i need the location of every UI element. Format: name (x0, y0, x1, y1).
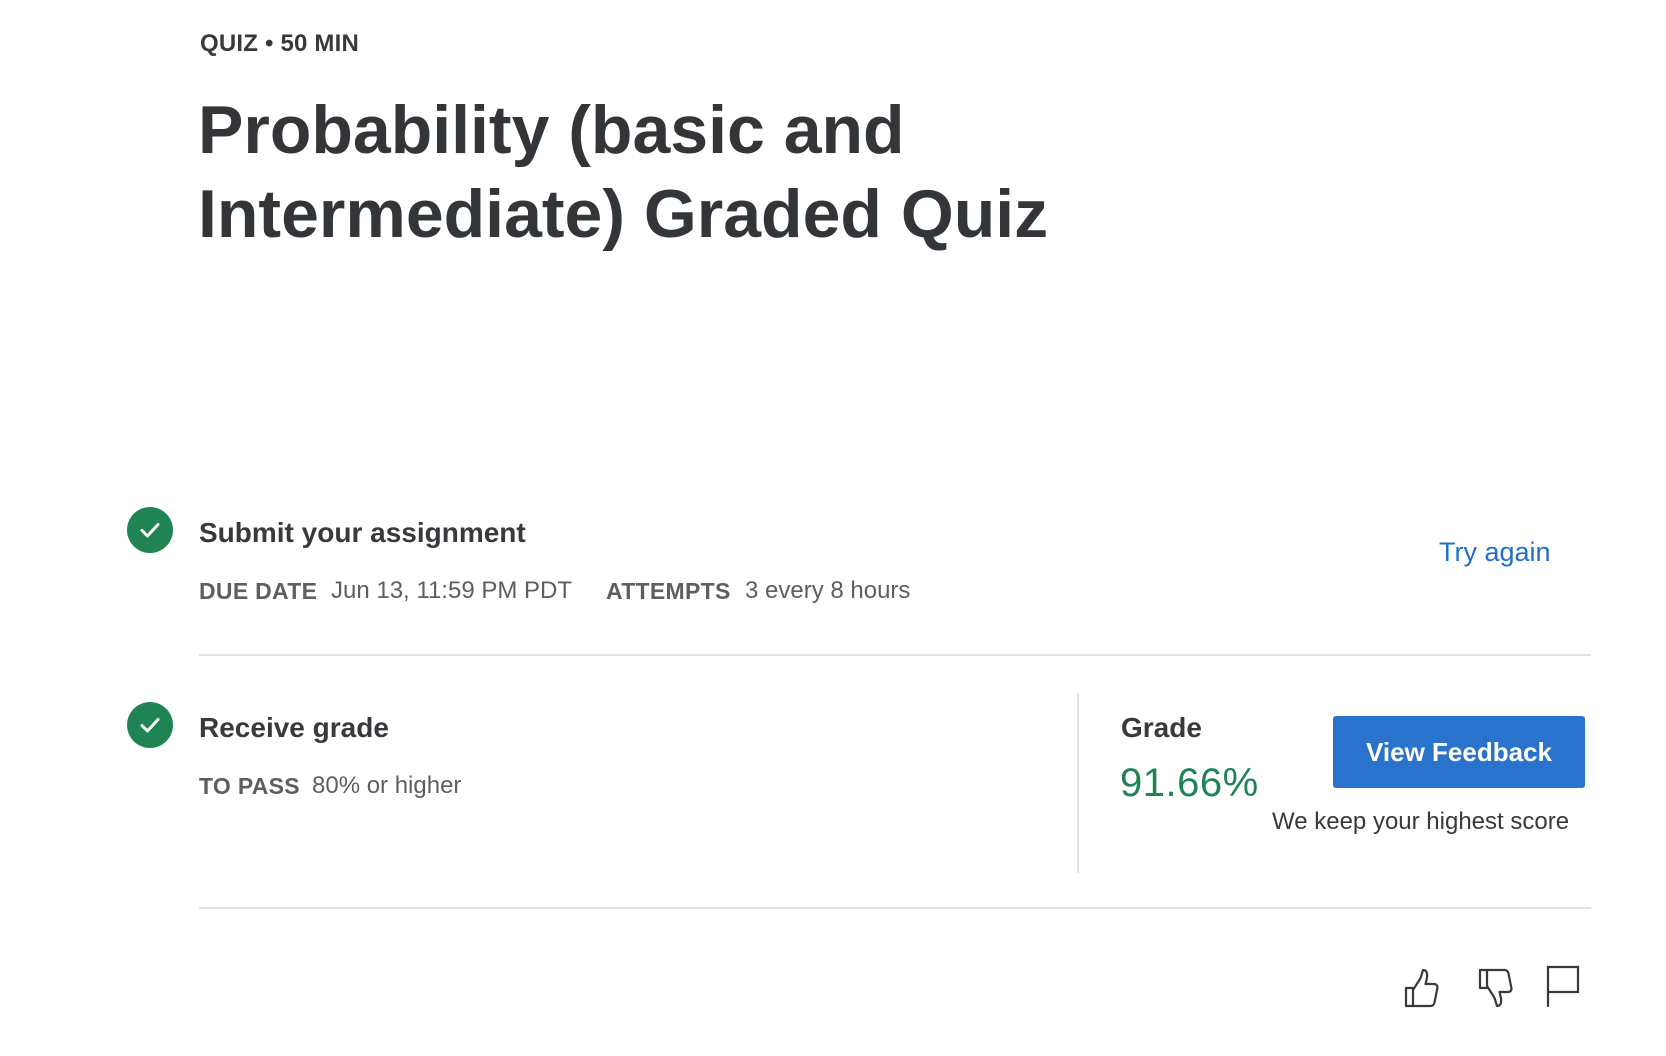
view-feedback-button[interactable]: View Feedback (1333, 716, 1585, 788)
item-type-duration: QUIZ • 50 MIN (200, 30, 360, 57)
due-date-label: DUE DATE (199, 578, 318, 604)
attempts-label: ATTEMPTS (606, 578, 731, 604)
try-again-link[interactable]: Try again (1439, 537, 1551, 568)
due-date-value: Jun 13, 11:59 PM PDT (331, 577, 573, 604)
grade-step-title: Receive grade (199, 712, 389, 743)
check-circle-icon (127, 507, 173, 553)
flag-icon[interactable] (1540, 962, 1584, 1010)
thumbs-up-icon[interactable] (1398, 964, 1442, 1012)
to-pass-label: TO PASS (199, 773, 300, 799)
grade-column-divider (1077, 693, 1079, 873)
grade-value: 91.66% (1120, 761, 1259, 805)
submit-step-title: Submit your assignment (199, 517, 526, 548)
thumbs-down-icon[interactable] (1472, 964, 1516, 1012)
section-divider (199, 654, 1591, 656)
page-title: Probability (basic and Intermediate) Gra… (198, 92, 1049, 252)
to-pass-value: 80% or higher (312, 772, 462, 799)
check-circle-icon (127, 702, 173, 748)
highest-score-note: We keep your highest score (1272, 808, 1570, 835)
attempts-value: 3 every 8 hours (745, 577, 911, 604)
section-divider (199, 907, 1591, 909)
grade-label: Grade (1121, 712, 1202, 743)
